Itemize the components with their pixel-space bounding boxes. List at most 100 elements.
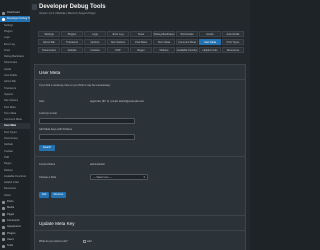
sidebar-item-label: Debug Backtrace xyxy=(4,55,24,59)
tab[interactable]: Admin Bar xyxy=(38,39,60,45)
sidebar-item[interactable]: User Meta xyxy=(0,123,30,130)
tab[interactable]: Hooks xyxy=(199,31,221,37)
sidebar-item[interactable]: Regex xyxy=(0,161,30,167)
meta-key-input[interactable] xyxy=(39,134,135,140)
sidebar-item[interactable]: Media xyxy=(0,205,30,211)
menu-icon xyxy=(2,225,5,229)
sidebar-item-label: Dashboard xyxy=(7,11,20,14)
sidebar-item[interactable]: Tools xyxy=(0,243,30,249)
sidebar-item[interactable]: Dashboard xyxy=(0,10,30,16)
sidebar-item[interactable]: Admin Bar xyxy=(0,79,30,85)
sidebar-item-label: Globals xyxy=(4,143,13,147)
sidebar-item-label: Media xyxy=(7,206,15,210)
sidebar-item[interactable]: Defines xyxy=(0,168,30,174)
sidebar-item[interactable]: Plugins xyxy=(0,29,30,35)
tab[interactable]: Auto Drafts xyxy=(222,31,244,37)
sidebar-item[interactable]: Plugins xyxy=(0,231,30,237)
tab[interactable]: Transients xyxy=(61,39,83,45)
sidebar-item[interactable]: Term Meta xyxy=(0,111,30,117)
remove-button[interactable]: Remove xyxy=(51,192,66,198)
sidebar-item-label: Regex xyxy=(4,162,12,166)
tab[interactable]: Debug Backtrace xyxy=(153,31,175,37)
sidebar-item[interactable]: Taxonomies xyxy=(0,136,30,142)
tab[interactable]: Cookies xyxy=(84,47,106,53)
sidebar-item[interactable]: Transients xyxy=(0,86,30,92)
sidebar-item[interactable]: Site Options xyxy=(0,98,30,104)
sidebar-item[interactable]: Appearance xyxy=(0,224,30,230)
role-select[interactable]: — Select one — ▾ xyxy=(90,174,148,180)
sidebar-item[interactable]: Comment Meta xyxy=(0,117,30,123)
menu-icon xyxy=(2,232,5,235)
section-title: Update Meta Key xyxy=(39,221,75,226)
chevron-down-icon: ▾ xyxy=(143,175,145,179)
sidebar-item[interactable]: Auto Drafts xyxy=(0,73,30,79)
plugin-subtitle: Version 1.0.0 | Website | Discord | Supp… xyxy=(39,12,96,15)
tab[interactable]: Site Options xyxy=(107,39,129,45)
sidebar-item[interactable]: Post Meta xyxy=(0,105,30,111)
sidebar-item[interactable]: Hooks xyxy=(0,67,30,73)
tab[interactable]: Shortcodes xyxy=(176,31,198,37)
sidebar-item[interactable]: Tests xyxy=(0,48,30,54)
sidebar-item[interactable]: Cookies xyxy=(0,149,30,155)
sidebar-item-label: Taxonomies xyxy=(4,137,18,140)
admin-sidebar: Dashboard Developer Debug Tools Settings Pl… xyxy=(0,0,30,250)
sidebar-item[interactable]: Post Types xyxy=(0,130,30,136)
sidebar-item-label: Plugins xyxy=(4,29,13,33)
add-checkbox[interactable] xyxy=(83,240,86,243)
tab[interactable]: Helpful Links xyxy=(199,47,221,53)
sidebar-item-label: Shortcodes xyxy=(4,61,18,65)
tab[interactable]: Comment Meta xyxy=(176,39,198,45)
sidebar-item-label: Error Log xyxy=(4,42,15,46)
sidebar-item-label: Pages xyxy=(7,212,15,216)
tab[interactable]: Post Meta xyxy=(130,39,152,45)
meta-key-label: Add Meta Keys with Prefixes xyxy=(39,128,73,131)
sidebar-item-label: Tests xyxy=(4,48,11,52)
sidebar-item[interactable]: Shortcodes xyxy=(0,60,30,66)
tab[interactable]: Resources xyxy=(222,47,244,53)
sidebar-item[interactable]: Globals xyxy=(0,142,30,148)
sidebar-item-label: Options xyxy=(4,92,13,96)
user-meta-panel xyxy=(34,64,246,230)
tab[interactable]: Taxonomies xyxy=(38,47,60,53)
sidebar-item-label: Developer Debug Tools xyxy=(7,17,30,21)
tab[interactable]: Options xyxy=(84,39,106,45)
sidebar-item[interactable]: Logs xyxy=(0,35,30,41)
sidebar-item-label: Post Meta xyxy=(4,105,16,109)
sidebar-item[interactable]: Resources xyxy=(0,186,30,192)
sidebar-item[interactable]: Helpful Links xyxy=(0,180,30,186)
menu-icon xyxy=(2,200,5,204)
sidebar-item-label: PHP xyxy=(4,155,10,159)
tab[interactable]: Error Log xyxy=(107,31,129,37)
sidebar-item[interactable]: Options xyxy=(0,92,30,98)
tab[interactable]: PHP xyxy=(107,47,129,53)
sidebar-item[interactable]: Error Log xyxy=(0,42,30,48)
sidebar-item[interactable]: Debug Backtrace xyxy=(0,54,30,60)
sidebar-item[interactable]: Comments xyxy=(0,218,30,224)
sidebar-item[interactable]: Users xyxy=(0,237,30,243)
sidebar-item-label: Settings xyxy=(4,23,14,27)
sidebar-item[interactable]: Posts xyxy=(0,199,30,205)
tab[interactable]: Post Types xyxy=(222,39,244,45)
tab[interactable]: Tests xyxy=(130,31,152,37)
sidebar-item[interactable]: Settings xyxy=(0,23,30,29)
tab[interactable]: Regex xyxy=(130,47,152,53)
tab[interactable]: Available Functions xyxy=(176,47,198,53)
search-button[interactable]: Search xyxy=(39,145,55,151)
sidebar-item[interactable]: Developer Debug Tools xyxy=(0,16,30,23)
tab[interactable]: User Meta xyxy=(199,39,221,45)
tab[interactable]: Settings xyxy=(38,31,60,37)
tab[interactable]: Globals xyxy=(61,47,83,53)
tab[interactable]: Term Meta xyxy=(153,39,175,45)
sidebar-item[interactable]: Pages xyxy=(0,212,30,218)
sidebar-item[interactable]: Available Functions xyxy=(0,174,30,180)
sidebar-item-label: Comments xyxy=(7,218,20,222)
role-select-value: — Select one — xyxy=(93,176,112,179)
tab[interactable]: Defines xyxy=(153,47,175,53)
lookup-user-input[interactable] xyxy=(39,118,135,124)
add-button[interactable]: Add xyxy=(39,192,49,198)
sidebar-item-label: Auto Drafts xyxy=(4,74,17,77)
sidebar-item[interactable]: About xyxy=(0,193,30,199)
tab[interactable]: Logs xyxy=(84,31,106,37)
tab[interactable]: Plugins xyxy=(61,31,83,37)
sidebar-item[interactable]: PHP xyxy=(0,155,30,161)
